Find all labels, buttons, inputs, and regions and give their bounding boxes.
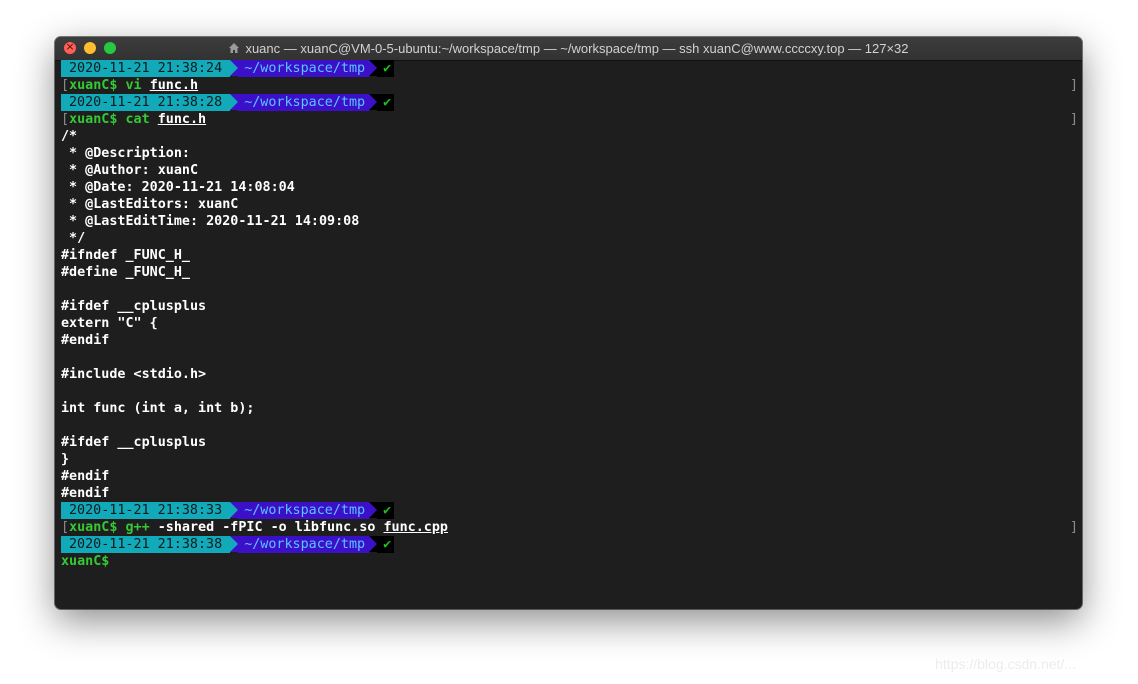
shell-prompt: xuanC$ xyxy=(69,520,126,535)
output-line: #endif xyxy=(61,486,110,501)
bracket-marker: ] xyxy=(1069,520,1078,535)
prompt-timestamp: 2020-11-21 21:38:38 xyxy=(61,536,231,553)
output-line: * @Author: xuanC xyxy=(61,163,199,178)
output-line: */ xyxy=(61,231,86,246)
bracket-marker: ] xyxy=(1069,112,1078,127)
window-title-text: xuanc — xuanC@VM-0-5-ubuntu:~/workspace/… xyxy=(245,41,909,56)
prompt-path: ~/workspace/tmp xyxy=(238,60,370,77)
prompt-line: 2020-11-21 21:38:33 ~/workspace/tmp ✔ xyxy=(61,502,1082,519)
status-check-icon: ✔ xyxy=(377,94,395,111)
command-args: -shared -fPIC -o libfunc.so xyxy=(149,520,384,535)
prompt-path: ~/workspace/tmp xyxy=(238,94,370,111)
powerline-separator xyxy=(230,502,239,518)
bracket-marker: ] xyxy=(1069,78,1078,93)
output-line: int func (int a, int b); xyxy=(61,401,255,416)
command-name: vi xyxy=(125,78,142,93)
home-icon xyxy=(229,43,240,53)
bracket-marker: [ xyxy=(61,112,70,127)
output-line: #ifndef _FUNC_H_ xyxy=(61,248,190,263)
command-line: [xuanC$ cat func.h] xyxy=(61,111,1082,128)
prompt-line: 2020-11-21 21:38:38 ~/workspace/tmp ✔ xyxy=(61,536,1082,553)
terminal-window: xuanc — xuanC@VM-0-5-ubuntu:~/workspace/… xyxy=(55,37,1082,609)
command-file: func.h xyxy=(149,78,199,93)
bracket-marker: [ xyxy=(61,520,70,535)
output-line: /* xyxy=(61,129,78,144)
prompt-path: ~/workspace/tmp xyxy=(238,502,370,519)
output-line: #define _FUNC_H_ xyxy=(61,265,190,280)
shell-prompt: xuanC$ xyxy=(69,78,126,93)
command-line: [xuanC$ vi func.h] xyxy=(61,77,1082,94)
output-line: * @Date: 2020-11-21 14:08:04 xyxy=(61,180,295,195)
output-line: } xyxy=(61,452,70,467)
shell-prompt: xuanC$ xyxy=(69,112,126,127)
watermark: https://blog.csdn.net/... xyxy=(935,656,1076,672)
command-file: func.cpp xyxy=(383,520,448,535)
output-line: extern "C" { xyxy=(61,316,158,331)
powerline-separator xyxy=(369,94,378,110)
output-line: #include <stdio.h> xyxy=(61,367,207,382)
output-line: * @Description: xyxy=(61,146,190,161)
prompt-line: 2020-11-21 21:38:28 ~/workspace/tmp ✔ xyxy=(61,94,1082,111)
powerline-separator xyxy=(369,60,378,76)
window-title: xuanc — xuanC@VM-0-5-ubuntu:~/workspace/… xyxy=(55,41,1082,56)
powerline-separator xyxy=(369,502,378,518)
powerline-separator xyxy=(230,60,239,76)
status-check-icon: ✔ xyxy=(377,60,395,77)
prompt-path: ~/workspace/tmp xyxy=(238,536,370,553)
bracket-marker: [ xyxy=(61,78,70,93)
command-args xyxy=(150,112,158,127)
prompt-timestamp: 2020-11-21 21:38:24 xyxy=(61,60,231,77)
output-line: #endif xyxy=(61,469,110,484)
status-check-icon: ✔ xyxy=(377,536,395,553)
prompt-line: 2020-11-21 21:38:24 ~/workspace/tmp ✔ xyxy=(61,60,1082,77)
output-line: #endif xyxy=(61,333,110,348)
terminal-output[interactable]: 2020-11-21 21:38:24 ~/workspace/tmp ✔ [xua… xyxy=(61,60,1082,609)
output-line: * @LastEditTime: 2020-11-21 14:09:08 xyxy=(61,214,360,229)
status-check-icon: ✔ xyxy=(377,502,395,519)
powerline-separator xyxy=(369,536,378,552)
command-file: func.h xyxy=(157,112,207,127)
output-line: #ifdef __cplusplus xyxy=(61,435,207,450)
command-name: g++ xyxy=(125,520,150,535)
command-name: cat xyxy=(125,112,150,127)
command-line: [xuanC$ g++ -shared -fPIC -o libfunc.so … xyxy=(61,519,1082,536)
output-line: * @LastEditors: xuanC xyxy=(61,197,239,212)
output-line: #ifdef __cplusplus xyxy=(61,299,207,314)
shell-prompt: xuanC$ xyxy=(61,554,110,569)
command-args xyxy=(142,78,150,93)
title-bar[interactable]: xuanc — xuanC@VM-0-5-ubuntu:~/workspace/… xyxy=(55,37,1082,61)
prompt-timestamp: 2020-11-21 21:38:33 xyxy=(61,502,231,519)
prompt-timestamp: 2020-11-21 21:38:28 xyxy=(61,94,231,111)
powerline-separator xyxy=(230,536,239,552)
command-line[interactable]: xuanC$ xyxy=(61,553,1082,570)
powerline-separator xyxy=(230,94,239,110)
